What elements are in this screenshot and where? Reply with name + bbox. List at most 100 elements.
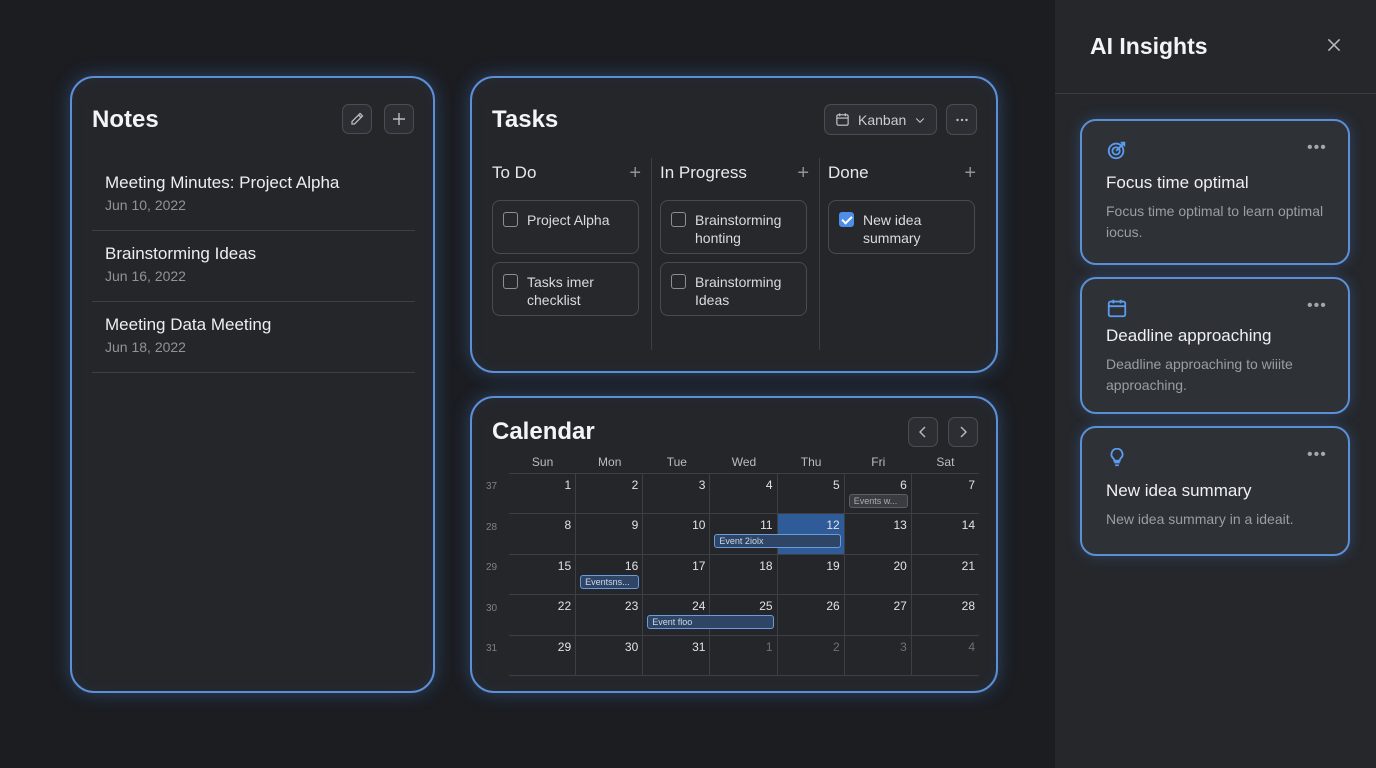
- calendar-day[interactable]: 22: [509, 595, 577, 636]
- task-checkbox-checked[interactable]: [839, 212, 854, 227]
- calendar-day[interactable]: 1: [710, 635, 778, 676]
- insight-more-button[interactable]: •••: [1307, 139, 1327, 157]
- day-number: 23: [624, 599, 639, 614]
- task-card[interactable]: New idea summary: [828, 200, 975, 254]
- week-number: 37: [486, 481, 498, 492]
- add-task-button[interactable]: +: [629, 163, 641, 183]
- task-checkbox[interactable]: [671, 274, 686, 289]
- week-number: 29: [486, 562, 498, 574]
- calendar-day[interactable]: 4: [911, 636, 979, 676]
- day-number: 3: [900, 639, 907, 654]
- insight-more-button[interactable]: •••: [1307, 446, 1327, 464]
- calendar-day[interactable]: 21: [911, 555, 979, 596]
- calendar-day[interactable]: 2: [777, 635, 845, 676]
- column-title: To Do: [492, 163, 537, 182]
- calendar-day[interactable]: 8: [509, 514, 577, 555]
- sidebar-title: AI Insights: [1090, 33, 1208, 59]
- calendar-day[interactable]: 24 Event floo: [643, 595, 774, 636]
- week-numbers: 37 28 29 30 31: [486, 473, 510, 676]
- day-number: 29: [557, 639, 572, 654]
- calendar-day[interactable]: 2: [576, 474, 644, 515]
- calendar-day[interactable]: 19: [777, 554, 845, 596]
- day-number: 4: [968, 639, 975, 654]
- more-options-button[interactable]: [946, 104, 977, 135]
- note-item[interactable]: Meeting Data Meeting Jun 18, 2022: [92, 302, 415, 373]
- add-task-button[interactable]: +: [964, 163, 976, 183]
- add-task-button[interactable]: +: [797, 163, 809, 183]
- view-switcher-button[interactable]: Kanban: [824, 104, 937, 135]
- day-number: 16: [624, 558, 639, 573]
- calendar-day[interactable]: 6 Events w...: [844, 474, 912, 515]
- edit-note-button[interactable]: [342, 104, 372, 134]
- calendar-day[interactable]: 30: [576, 635, 644, 676]
- task-card[interactable]: Project Alpha: [492, 200, 639, 254]
- calendar-event[interactable]: Event floo: [647, 615, 774, 630]
- calendar-day[interactable]: 3: [844, 635, 912, 676]
- calendar-day[interactable]: 20: [844, 554, 912, 596]
- calendar-day[interactable]: 1: [509, 474, 577, 515]
- note-title: Brainstorming Ideas: [105, 244, 257, 263]
- calendar-day[interactable]: 5: [777, 474, 845, 515]
- calendar-day[interactable]: 26: [777, 595, 845, 636]
- prev-month-button[interactable]: [908, 417, 938, 447]
- task-card[interactable]: Tasks imer checklist: [492, 262, 639, 316]
- calendar-day[interactable]: 28: [911, 595, 979, 636]
- task-checkbox[interactable]: [503, 212, 518, 227]
- day-number: 11: [760, 518, 773, 533]
- insight-card[interactable]: ••• New idea summary New idea summary in…: [1080, 426, 1350, 556]
- calendar-day[interactable]: 3: [643, 474, 711, 515]
- view-switcher-label: Kanban: [858, 111, 907, 128]
- insight-card[interactable]: ••• Deadline approaching Deadline approa…: [1080, 277, 1350, 414]
- calendar-day[interactable]: 9: [576, 514, 644, 555]
- task-checkbox[interactable]: [503, 274, 518, 289]
- calendar-day[interactable]: 17: [643, 554, 711, 596]
- calendar-event[interactable]: Eventsns...: [580, 574, 640, 589]
- day-number: 1: [564, 478, 572, 492]
- insight-body: New idea summary in a ideait.: [1106, 511, 1294, 527]
- chevron-down-icon: [916, 117, 925, 123]
- calendar-event[interactable]: Event 2iolx: [714, 534, 841, 549]
- calendar-day[interactable]: 18: [710, 554, 778, 596]
- day-number: 14: [961, 518, 975, 533]
- insight-title: Deadline approaching: [1106, 326, 1272, 345]
- close-sidebar-button[interactable]: [1325, 36, 1345, 56]
- calendar-day[interactable]: 14: [911, 514, 979, 555]
- insight-card[interactable]: ••• Focus time optimal Focus time optima…: [1080, 119, 1350, 265]
- lightbulb-icon: [1110, 447, 1124, 467]
- next-month-button[interactable]: [948, 417, 978, 447]
- note-date: Jun 16, 2022: [105, 268, 186, 284]
- calendar-day[interactable]: 15: [509, 554, 577, 596]
- day-number: 30: [624, 639, 639, 654]
- calendar-icon: [836, 113, 849, 126]
- task-card[interactable]: Brainstorming Ideas: [660, 262, 807, 316]
- calendar-day[interactable]: 4: [710, 474, 778, 515]
- task-checkbox[interactable]: [671, 212, 686, 227]
- calendar-day[interactable]: 11 Event 2iolx: [710, 514, 841, 555]
- day-number: 3: [698, 478, 706, 492]
- calendar-day[interactable]: 27: [844, 595, 912, 636]
- day-number: 13: [893, 518, 907, 533]
- calendar-day[interactable]: 23: [576, 595, 644, 636]
- notes-title: Notes: [92, 106, 159, 133]
- calendar-event[interactable]: Events w...: [848, 494, 908, 508]
- calendar-day[interactable]: 29: [509, 635, 577, 676]
- task-card[interactable]: Brainstorming honting: [660, 200, 807, 254]
- weekday-label: Thu: [800, 455, 822, 469]
- task-label: Brainstorming Ideas: [695, 274, 782, 308]
- note-item[interactable]: Meeting Minutes: Project Alpha Jun 10, 2…: [92, 160, 415, 231]
- target-icon: [1107, 141, 1126, 160]
- note-item[interactable]: Brainstorming Ideas Jun 16, 2022: [92, 231, 415, 302]
- calendar-icon: [1107, 299, 1127, 318]
- insight-more-button[interactable]: •••: [1307, 297, 1327, 315]
- calendar-day[interactable]: 7: [911, 474, 979, 515]
- day-number: 2: [631, 478, 639, 492]
- weekday-label: Tue: [666, 455, 687, 469]
- calendar-day[interactable]: 16 Eventsns...: [576, 554, 644, 596]
- add-note-button[interactable]: [384, 104, 414, 134]
- calendar-day[interactable]: 13: [844, 514, 912, 555]
- calendar-day[interactable]: 31: [643, 635, 711, 676]
- day-number: 18: [759, 558, 773, 573]
- day-number: 12: [826, 518, 840, 533]
- calendar-day[interactable]: 10: [643, 514, 711, 555]
- close-icon: [1327, 38, 1341, 52]
